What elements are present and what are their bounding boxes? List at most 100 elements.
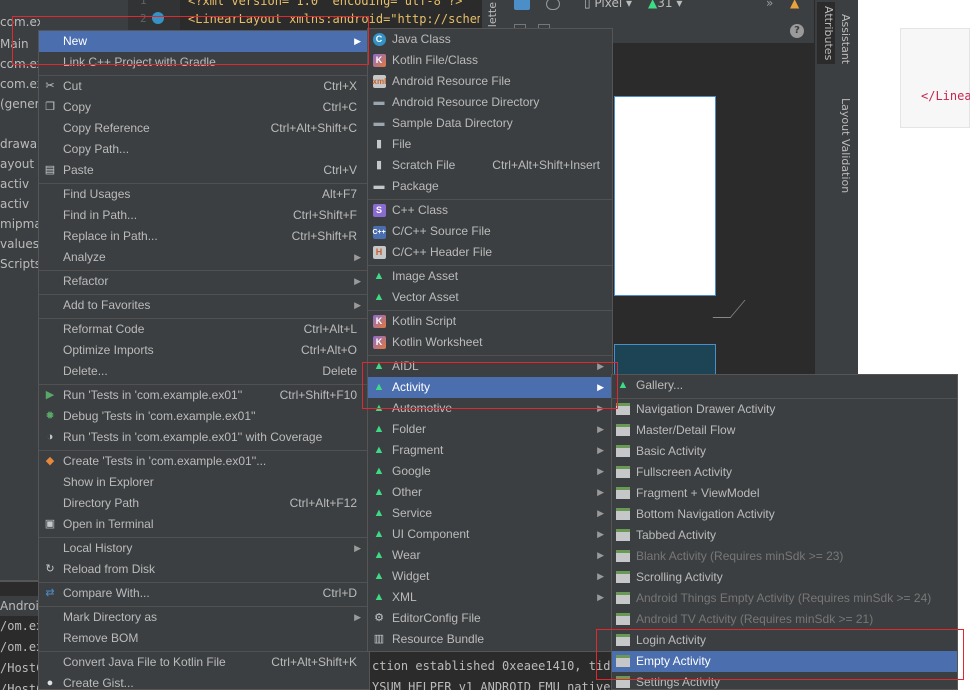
menu-item-other[interactable]: ▲ Other ▶	[368, 482, 612, 503]
menu-item-cut[interactable]: ✂ Cut Ctrl+X	[39, 76, 369, 97]
menu-item-local-history[interactable]: Local History ▶	[39, 538, 369, 559]
tree-item[interactable]: activ	[0, 174, 40, 194]
menu-item-image-asset[interactable]: ▲ Image Asset	[368, 266, 612, 287]
menu-item-resource-bundle[interactable]: ▥ Resource Bundle	[368, 629, 612, 650]
menu-item-xml[interactable]: ▲ XML ▶	[368, 587, 612, 608]
menu-item-open-in-terminal[interactable]: ▣ Open in Terminal	[39, 514, 369, 535]
resize-handle[interactable]	[712, 300, 746, 318]
menu-item-mark-directory-as[interactable]: Mark Directory as ▶	[39, 607, 369, 628]
menu-item-debug-tests-in-com-example-ex01[interactable]: ✹ Debug 'Tests in 'com.example.ex01''	[39, 406, 369, 427]
menu-item-find-usages[interactable]: Find Usages Alt+F7	[39, 184, 369, 205]
menu-item-label: Service	[392, 506, 433, 520]
layers-icon[interactable]	[514, 0, 530, 10]
menu-item-create-gist[interactable]: ● Create Gist...	[39, 673, 369, 690]
layout-validation-tab[interactable]: Layout Validation	[839, 98, 852, 193]
menu-item-copy[interactable]: ❐ Copy Ctrl+C	[39, 97, 369, 118]
tree-item[interactable]: com.ex	[0, 74, 40, 94]
menu-item-find-in-path[interactable]: Find in Path... Ctrl+Shift+F	[39, 205, 369, 226]
menu-item-android-resource-file[interactable]: xml Android Resource File	[368, 71, 612, 92]
menu-item-sample-data-directory[interactable]: ▬ Sample Data Directory	[368, 113, 612, 134]
menu-item-run-tests-in-com-example-ex01[interactable]: ▶ Run 'Tests in 'com.example.ex01'' Ctrl+S…	[39, 385, 369, 406]
menu-item-add-to-favorites[interactable]: Add to Favorites ▶	[39, 295, 369, 316]
menu-item-fragment[interactable]: ▲ Fragment ▶	[368, 440, 612, 461]
menu-item-file[interactable]: ▮ File	[368, 134, 612, 155]
tree-item[interactable]: Scripts	[0, 254, 40, 274]
menu-item-label: Scratch File	[392, 158, 456, 172]
menu-item-vector-asset[interactable]: ▲ Vector Asset	[368, 287, 612, 308]
menu-item-folder[interactable]: ▲ Folder ▶	[368, 419, 612, 440]
menu-item-replace-in-path[interactable]: Replace in Path... Ctrl+Shift+R	[39, 226, 369, 247]
tree-item[interactable]: com.example.ex01	[0, 12, 40, 32]
menu-item-master-detail-flow[interactable]: Master/Detail Flow	[612, 420, 957, 441]
menu-item-analyze[interactable]: Analyze ▶	[39, 247, 369, 268]
palette-tab[interactable]: Palette	[482, 0, 504, 40]
menu-item-paste[interactable]: ▤ Paste Ctrl+V	[39, 160, 369, 181]
menu-item-create-tests-in-com-example-ex01[interactable]: ◆ Create 'Tests in 'com.example.ex01''...	[39, 451, 369, 472]
menu-item-reload-from-disk[interactable]: ↻ Reload from Disk	[39, 559, 369, 580]
menu-item-java-class[interactable]: C Java Class	[368, 29, 612, 50]
menu-item-empty-activity[interactable]: Empty Activity	[612, 651, 957, 672]
menu-item-scrolling-activity[interactable]: Scrolling Activity	[612, 567, 957, 588]
menu-item-c-c-source-file[interactable]: C++ C/C++ Source File	[368, 221, 612, 242]
menu-item-compare-with[interactable]: ⇄ Compare With... Ctrl+D	[39, 583, 369, 604]
help-icon[interactable]: ?	[790, 24, 804, 38]
tree-item[interactable]: ayout	[0, 154, 40, 174]
attributes-tab[interactable]: Attributes	[817, 2, 835, 65]
menu-item-copy-path[interactable]: Copy Path...	[39, 139, 369, 160]
menu-item-fullscreen-activity[interactable]: Fullscreen Activity	[612, 462, 957, 483]
tree-item[interactable]: Main	[0, 34, 40, 54]
tree-item[interactable]: com.ex	[0, 54, 40, 74]
menu-item-convert-java-file-to-kotlin-file[interactable]: Convert Java File to Kotlin File Ctrl+Alt…	[39, 652, 369, 673]
menu-item-fragment-viewmodel[interactable]: Fragment + ViewModel	[612, 483, 957, 504]
device-selector[interactable]: ▯ Pixel ▾	[584, 0, 632, 10]
menu-item-reformat-code[interactable]: Reformat Code Ctrl+Alt+L	[39, 319, 369, 340]
warning-icon[interactable]: ▲	[790, 0, 799, 10]
menu-item-refactor[interactable]: Refactor ▶	[39, 271, 369, 292]
menu-item-service[interactable]: ▲ Service ▶	[368, 503, 612, 524]
menu-item-login-activity[interactable]: Login Activity	[612, 630, 957, 651]
menu-item-link-c-project-with-gradle[interactable]: Link C++ Project with Gradle	[39, 52, 369, 73]
menu-item-directory-path[interactable]: Directory Path Ctrl+Alt+F12	[39, 493, 369, 514]
submenu-arrow-icon: ▶	[354, 276, 361, 286]
menu-item-editorconfig-file[interactable]: ⚙ EditorConfig File	[368, 608, 612, 629]
menu-item-c-class[interactable]: S C++ Class	[368, 200, 612, 221]
menu-item-c-c-header-file[interactable]: H C/C++ Header File	[368, 242, 612, 263]
menu-item-run-tests-in-com-example-ex01-with-coverage[interactable]: ◑ Run 'Tests in 'com.example.ex01'' with …	[39, 427, 369, 448]
tree-item[interactable]: drawabl	[0, 134, 40, 154]
menu-item-aidl[interactable]: ▲ AIDL ▶	[368, 356, 612, 377]
tree-item[interactable]: mipmap	[0, 214, 40, 234]
menu-item-kotlin-file-class[interactable]: K Kotlin File/Class	[368, 50, 612, 71]
blueprint-icon[interactable]	[546, 0, 560, 10]
menu-item-tabbed-activity[interactable]: Tabbed Activity	[612, 525, 957, 546]
menu-item-new[interactable]: New ▶	[39, 31, 369, 52]
menu-item-delete[interactable]: Delete... Delete	[39, 361, 369, 382]
code-editor[interactable]: <?xml version="1.0" encoding="utf-8"?> <…	[180, 0, 480, 30]
tree-item[interactable]: values	[0, 234, 40, 254]
menu-item-kotlin-worksheet[interactable]: K Kotlin Worksheet	[368, 332, 612, 353]
menu-item-bottom-navigation-activity[interactable]: Bottom Navigation Activity	[612, 504, 957, 525]
assistant-tab[interactable]: Assistant	[839, 14, 852, 64]
menu-item-basic-activity[interactable]: Basic Activity	[612, 441, 957, 462]
menu-item-package[interactable]: ▬ Package	[368, 176, 612, 197]
menu-item-kotlin-script[interactable]: K Kotlin Script	[368, 311, 612, 332]
menu-item-google[interactable]: ▲ Google ▶	[368, 461, 612, 482]
overflow-icon[interactable]: »	[766, 0, 773, 10]
menu-item-settings-activity[interactable]: Settings Activity	[612, 672, 957, 690]
menu-item-android-resource-directory[interactable]: ▬ Android Resource Directory	[368, 92, 612, 113]
menu-item-show-in-explorer[interactable]: Show in Explorer	[39, 472, 369, 493]
menu-item-activity[interactable]: ▲ Activity ▶	[368, 377, 612, 398]
menu-item-gallery[interactable]: ▲ Gallery...	[612, 375, 957, 396]
menu-item-optimize-imports[interactable]: Optimize Imports Ctrl+Alt+O	[39, 340, 369, 361]
menu-item-scratch-file[interactable]: ▮ Scratch File Ctrl+Alt+Shift+Insert	[368, 155, 612, 176]
tree-item[interactable]: (gener	[0, 94, 40, 114]
tree-item[interactable]: activ	[0, 194, 40, 214]
menu-item-remove-bom[interactable]: Remove BOM	[39, 628, 369, 649]
menu-item-ui-component[interactable]: ▲ UI Component ▶	[368, 524, 612, 545]
menu-item-automotive[interactable]: ▲ Automotive ▶	[368, 398, 612, 419]
api-selector[interactable]: ▲31 ▾	[648, 0, 682, 10]
console-tab[interactable]: Android |	[0, 596, 40, 616]
menu-item-copy-reference[interactable]: Copy Reference Ctrl+Alt+Shift+C	[39, 118, 369, 139]
menu-item-navigation-drawer-activity[interactable]: Navigation Drawer Activity	[612, 399, 957, 420]
menu-item-widget[interactable]: ▲ Widget ▶	[368, 566, 612, 587]
menu-item-wear[interactable]: ▲ Wear ▶	[368, 545, 612, 566]
